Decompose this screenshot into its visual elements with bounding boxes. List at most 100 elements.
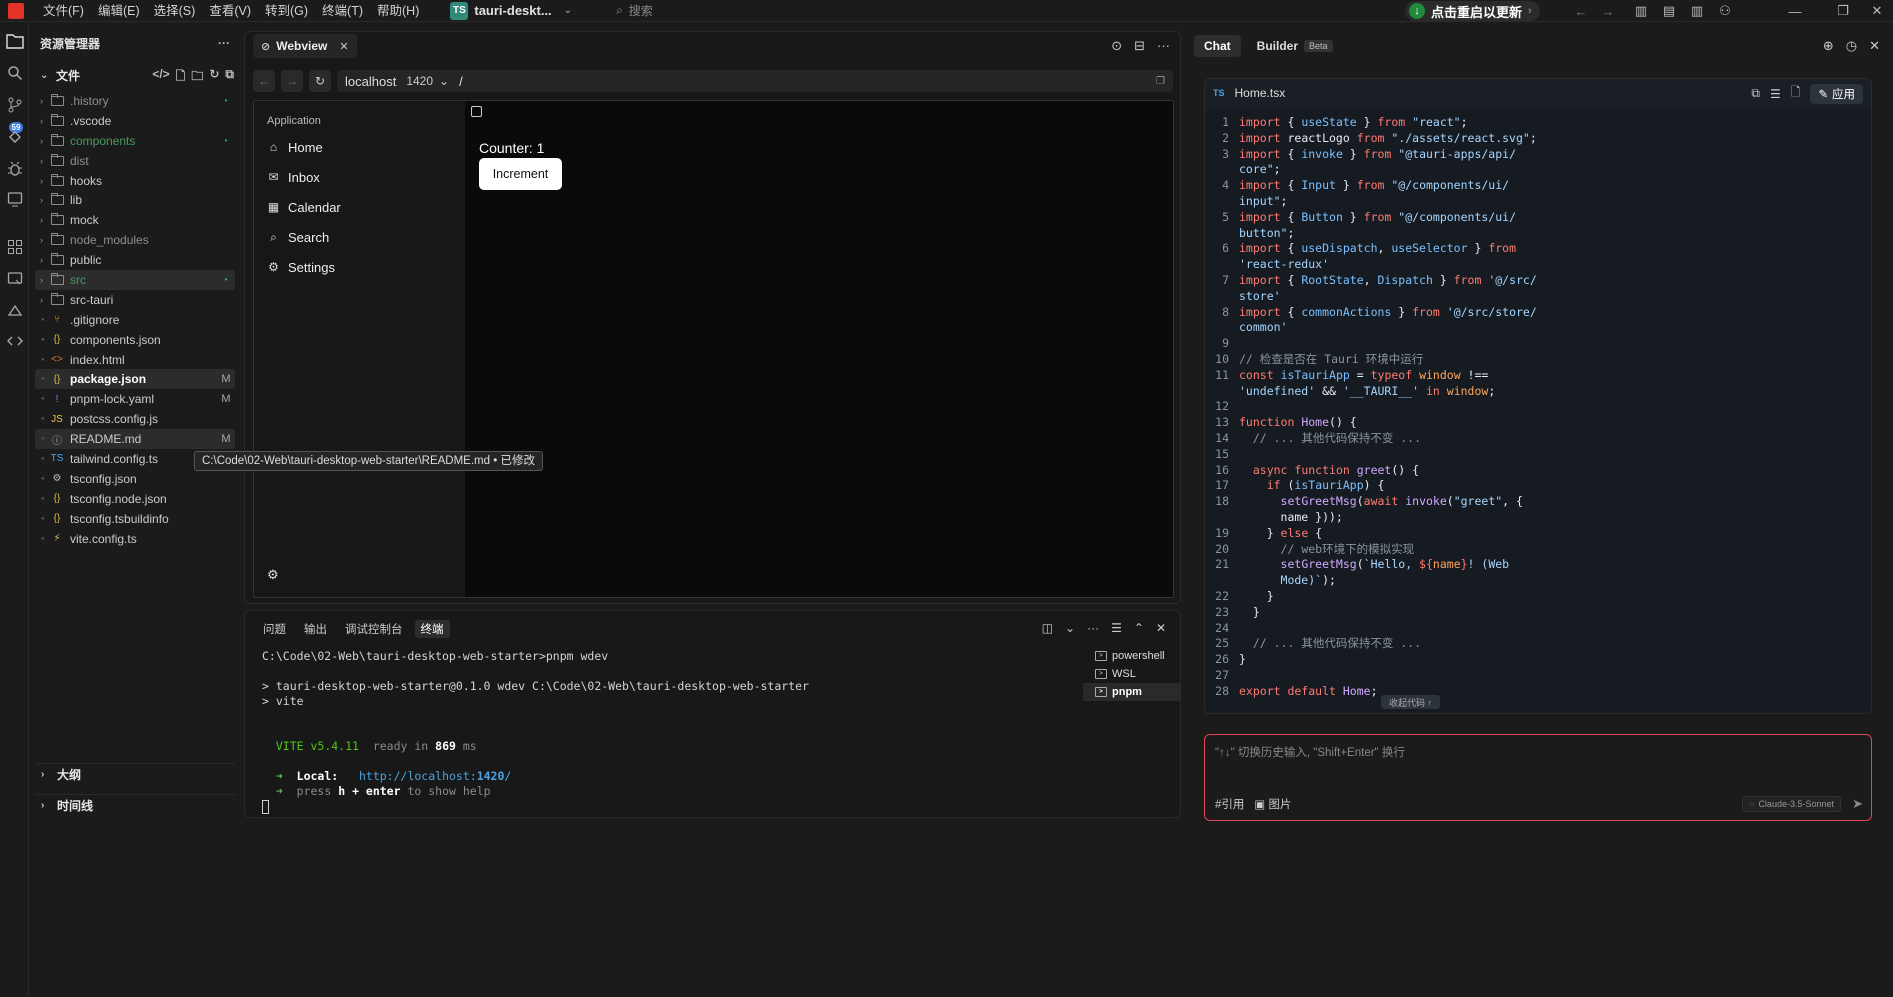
code-icon[interactable] [5, 331, 25, 351]
tree-item[interactable]: › public [35, 250, 235, 270]
tree-item[interactable]: › .history • [35, 91, 235, 111]
increment-button[interactable]: Increment [479, 158, 562, 190]
tree-item[interactable]: ● ⚙ tsconfig.json [35, 469, 235, 489]
tree-item[interactable]: ● JS postcss.config.js [35, 409, 235, 429]
term-local-url[interactable]: http://localhost:1420/ [359, 769, 511, 783]
tree-item[interactable]: ● {} tsconfig.node.json [35, 489, 235, 509]
menu-selection[interactable]: 选择(S) [147, 0, 203, 22]
menu-go[interactable]: 转到(G) [258, 0, 315, 22]
more-actions-icon[interactable]: ··· [218, 36, 230, 50]
refresh-icon[interactable]: ↻ [209, 67, 219, 88]
timeline-section-header[interactable]: › 时间线 [35, 794, 235, 816]
nav-search[interactable]: ⌕ Search [267, 227, 329, 247]
tree-item[interactable]: ● {} tsconfig.tsbuildinfo [35, 509, 235, 529]
menu-view[interactable]: 查看(V) [202, 0, 258, 22]
deploy-icon[interactable] [5, 301, 25, 321]
more-actions-icon[interactable]: ··· [1087, 621, 1099, 635]
tree-item[interactable]: › src-tauri [35, 290, 235, 310]
minimize-icon[interactable]: — [1786, 2, 1804, 20]
remote-explorer-icon[interactable] [5, 127, 25, 147]
gear-icon[interactable]: ⚙ [267, 567, 279, 583]
new-file-icon[interactable]: 🗋 [1791, 83, 1801, 104]
tab-webview[interactable]: ⊘ Webview ✕ [253, 34, 357, 58]
close-icon[interactable]: ✕ [1869, 38, 1880, 54]
tree-item[interactable]: ●! pnpm-lock.yaml M [35, 389, 235, 409]
tree-item[interactable]: › mock [35, 210, 235, 230]
command-search[interactable]: ⌕ 搜索 [616, 2, 653, 19]
outline-section-header[interactable]: › 大纲 [35, 763, 235, 785]
tree-item[interactable]: ● <> index.html [35, 350, 235, 370]
source-control-icon[interactable] [5, 95, 25, 115]
open-editors-icon[interactable]: </> [152, 67, 169, 88]
send-icon[interactable]: ➤ [1852, 796, 1863, 812]
tab-builder[interactable]: Builder Beta [1247, 35, 1343, 57]
split-terminal-icon[interactable]: ◫ [1042, 621, 1053, 635]
menu-edit[interactable]: 编辑(E) [91, 0, 147, 22]
new-chat-icon[interactable]: ⊕ [1823, 38, 1834, 54]
reference-button[interactable]: #引用 [1215, 796, 1244, 812]
tab-debug-console[interactable]: 调试控制台 [339, 620, 409, 638]
tree-item[interactable]: › node_modules [35, 230, 235, 250]
insert-icon[interactable]: ☰ [1770, 87, 1781, 101]
sidebar-toggle-icon[interactable] [471, 106, 482, 117]
chat-input-box[interactable]: "↑↓" 切换历史输入, "Shift+Enter" 换行 #引用 ▣ 图片 ◌… [1204, 734, 1872, 821]
menu-terminal[interactable]: 终端(T) [315, 0, 370, 22]
account-icon[interactable]: ⚇ [1716, 2, 1734, 20]
address-field[interactable]: localhost 1420 ⌄ / ❐ [337, 70, 1173, 92]
collapse-all-icon[interactable]: ⧉ [225, 67, 234, 88]
tree-item[interactable]: ● ⑂ .gitignore [35, 310, 235, 330]
tree-item[interactable]: › lib [35, 190, 235, 210]
tab-output[interactable]: 输出 [298, 620, 333, 638]
tab-terminal[interactable]: 终端 [414, 620, 450, 638]
nav-inbox[interactable]: ✉ Inbox [267, 167, 319, 187]
terminal-wsl[interactable]: > WSL [1083, 665, 1181, 683]
search-icon[interactable] [5, 63, 25, 83]
back-arrow-icon[interactable]: ← [1572, 2, 1590, 20]
split-editor-icon[interactable]: ⊟ [1134, 38, 1145, 54]
toggle-secondary-sidebar-icon[interactable]: ▥ [1688, 2, 1706, 20]
tree-item[interactable]: ● ⓘ README.md M [35, 429, 235, 450]
terminal-output[interactable]: C:\Code\02-Web\tauri-desktop-web-starter… [262, 649, 1082, 814]
image-button[interactable]: ▣ 图片 [1254, 796, 1291, 812]
more-actions-icon[interactable]: ··· [1157, 38, 1170, 54]
forward-button[interactable]: → [281, 70, 303, 92]
files-section-header[interactable]: ⌄ 文件 </> 🗋 🗀 ↻ ⧉ [30, 63, 240, 87]
copy-icon[interactable]: ⧉ [1751, 86, 1760, 101]
close-panel-icon[interactable]: ✕ [1156, 621, 1166, 635]
tree-item[interactable]: › .vscode [35, 111, 235, 131]
tree-item[interactable]: ● ⚡ vite.config.ts [35, 529, 235, 549]
terminal-powershell[interactable]: > powershell [1083, 647, 1181, 665]
tree-item[interactable]: › src • [35, 270, 235, 290]
debug-icon[interactable] [5, 159, 25, 179]
model-selector[interactable]: ◌ Claude-3.5-Sonnet [1742, 796, 1841, 812]
tree-item[interactable]: ● {} components.json [35, 330, 235, 350]
project-switcher[interactable]: TS tauri-deskt... ⌄ [444, 1, 578, 21]
menu-file[interactable]: 文件(F) [36, 0, 91, 22]
terminal-pnpm[interactable]: > pnpm [1083, 683, 1181, 701]
maximize-panel-icon[interactable]: ⌃ [1134, 621, 1144, 635]
restart-update-button[interactable]: ↓ 点击重启以更新 › [1405, 1, 1540, 21]
port-select[interactable]: 1420 ⌄ [406, 74, 449, 88]
toggle-panel-icon[interactable]: ▤ [1660, 2, 1678, 20]
remote-window-icon[interactable] [5, 269, 25, 289]
new-file-icon[interactable]: 🗋 [176, 67, 186, 88]
menu-help[interactable]: 帮助(H) [370, 0, 426, 22]
apply-button[interactable]: ✎ 应用 [1810, 83, 1863, 104]
nav-calendar[interactable]: ▦ Calendar [267, 197, 341, 217]
tree-item[interactable]: › components • [35, 131, 235, 151]
extensions-icon[interactable] [5, 237, 25, 257]
open-external-icon[interactable]: ❐ [1156, 76, 1165, 87]
restore-icon[interactable]: ❐ [1834, 2, 1852, 20]
tree-item[interactable]: › dist [35, 151, 235, 171]
tab-problems[interactable]: 问题 [257, 620, 292, 638]
explorer-icon[interactable] [5, 31, 25, 51]
nav-settings[interactable]: ⚙ Settings [267, 257, 335, 277]
tab-chat[interactable]: Chat [1194, 35, 1241, 57]
close-window-icon[interactable]: ✕ [1868, 2, 1886, 20]
compass-icon[interactable]: ⊙ [1111, 38, 1122, 54]
nav-home[interactable]: ⌂ Home [267, 137, 323, 157]
preview-icon[interactable] [5, 189, 25, 209]
new-folder-icon[interactable]: 🗀 [191, 67, 203, 88]
reload-button[interactable]: ↻ [309, 70, 331, 92]
forward-arrow-icon[interactable]: → [1599, 2, 1617, 20]
